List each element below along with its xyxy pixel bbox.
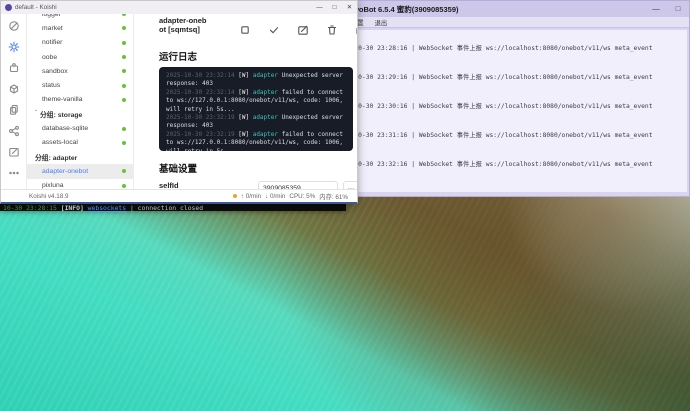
run-log-heading: 运行日志 [159, 49, 351, 63]
plugin-icon[interactable] [8, 62, 20, 74]
adapter-log-line: 2025-10-30 23:32:14 [W] adapter Unexpect… [166, 72, 346, 89]
desktop: { "colors": { "terminal_bg":"#0c0c0c", "… [0, 0, 690, 411]
cpu-usage: CPU: 5% [289, 193, 315, 200]
sidebar-item-oobe[interactable]: oobe [27, 50, 133, 64]
plugin-enabled-dot [122, 41, 126, 45]
plugin-enabled-dot [122, 26, 126, 30]
plugin-enabled-dot [122, 69, 126, 73]
plugin-name: status [42, 82, 60, 89]
koishi-title: default - Koishi [15, 4, 57, 11]
plugin-toolbar [239, 24, 351, 36]
terminal-line: 10-30 23:28:15 [INFO] websockets | conne… [3, 204, 346, 212]
sidebar-item-pixluna[interactable]: pixluna [27, 179, 133, 189]
plugin-enabled-dot [122, 55, 126, 59]
koishi-window-controls: —□✕ [312, 1, 357, 14]
sidebar-item-assets-local[interactable]: assets-local [27, 136, 133, 150]
plugin-name: oobe [42, 54, 57, 61]
twobot-log-panel: 25-10-30 23:28:16 | WebSocket 事件上报 ws://… [346, 30, 687, 192]
plugin-title: adapter-onebot [sqmtsq] [159, 16, 211, 34]
koishi-activity-rail [1, 14, 27, 189]
config-icon[interactable] [8, 41, 20, 53]
sidebar-item-sandbox[interactable]: sandbox [27, 64, 133, 78]
plugin-name: market [42, 25, 63, 32]
remove-button[interactable] [326, 24, 338, 36]
twobot-window: TwoBot 6.5.4 蜜豹(3909085359) —□ 配置退出 25-1… [345, 0, 690, 197]
adapter-log-line: 2025-10-30 23:32:14 [W] adapter failed t… [166, 89, 346, 114]
plugin-enabled-dot [122, 141, 126, 145]
plugin-enabled-dot [122, 169, 126, 173]
minimize-button[interactable]: — [645, 1, 667, 17]
collapse-caret-icon: ˇ [35, 111, 37, 117]
sandbox-icon[interactable] [8, 146, 20, 158]
plugin-enabled-dot [122, 184, 126, 188]
plugin-group-header[interactable]: 分组: adapter [27, 150, 133, 164]
websocket-event-line: 25-10-30 23:30:16 | WebSocket 事件上报 ws://… [346, 101, 687, 110]
plugin-enabled-dot [122, 84, 126, 88]
plugin-name: database-sqlite [42, 125, 88, 132]
koishi-logo-icon [5, 4, 12, 11]
sidebar-item-status[interactable]: status [27, 78, 133, 92]
sidebar-item-market[interactable]: market [27, 21, 133, 35]
plugin-name: notifier [42, 39, 62, 46]
save-button[interactable] [268, 24, 280, 36]
websocket-event-line: 25-10-30 23:29:16 | WebSocket 事件上报 ws://… [346, 72, 687, 81]
msg-down-rate: ↓ 0/min [265, 193, 285, 200]
twobot-window-controls: —□ [645, 1, 689, 17]
plugin-group-header[interactable]: ˇ分组: storage [27, 107, 133, 121]
selfid-field-row: selfId 机器人的账号。 … [159, 181, 357, 189]
close-button[interactable]: ✕ [342, 1, 357, 14]
twobot-menubar: 配置退出 [346, 17, 689, 28]
adapter-log-line: 2025-10-30 23:32:19 [W] adapter Unexpect… [166, 114, 346, 131]
selfid-label: selfId [159, 181, 258, 189]
minimize-button[interactable]: — [312, 1, 327, 14]
plugin-enabled-dot [122, 14, 126, 16]
plugin-enabled-dot [122, 127, 126, 131]
plugin-name: adapter-onebot [42, 168, 88, 175]
menu-item-退出[interactable]: 退出 [375, 18, 388, 27]
sidebar-item-theme-vanilla[interactable]: theme-vanilla [27, 93, 133, 107]
basic-settings-heading: 基础设置 [159, 161, 351, 175]
rename-button[interactable] [297, 24, 309, 36]
clone-button[interactable] [355, 24, 357, 36]
plugin-name: pixluna [42, 182, 64, 189]
bot-status-icon[interactable] [8, 20, 20, 32]
msg-up-rate: ↑ 0/min [241, 193, 261, 200]
group-label: 分组: adapter [35, 152, 77, 162]
plugin-name: theme-vanilla [42, 96, 82, 103]
twobot-title: TwoBot 6.5.4 蜜豹(3909085359) [349, 4, 459, 15]
stop-button[interactable] [239, 24, 251, 36]
sidebar-item-notifier[interactable]: notifier [27, 36, 133, 50]
plugin-name: sandbox [42, 68, 68, 75]
twobot-titlebar[interactable]: TwoBot 6.5.4 蜜豹(3909085359) —□ [346, 1, 689, 17]
files-icon[interactable] [8, 104, 20, 116]
koishi-titlebar[interactable]: default - Koishi —□✕ [1, 1, 357, 14]
websocket-event-line: 25-10-30 23:31:16 | WebSocket 事件上报 ws://… [346, 130, 687, 139]
adapter-log-line: 2025-10-30 23:32:19 [W] adapter failed t… [166, 131, 346, 151]
sidebar-item-logger[interactable]: logger [27, 14, 133, 21]
websocket-event-line: 25-10-30 23:28:16 | WebSocket 事件上报 ws://… [346, 43, 687, 52]
koishi-version: Koishi v4.18.9 [29, 193, 69, 200]
koishi-window: default - Koishi —□✕ logger market notifie… [0, 0, 358, 204]
maximize-button[interactable]: □ [667, 1, 689, 17]
more-icon[interactable] [8, 167, 20, 179]
group-label: 分组: storage [40, 109, 82, 119]
sidebar-item-database-sqlite[interactable]: database-sqlite [27, 121, 133, 135]
insight-icon[interactable] [8, 125, 20, 137]
sidebar-item-adapter-onebot[interactable]: adapter-onebot [27, 164, 133, 178]
plugin-list: logger market notifier oobe sandbox status the… [27, 14, 134, 189]
plugin-name: assets-local [42, 139, 78, 146]
market-icon[interactable] [8, 83, 20, 95]
plugin-name: logger [42, 14, 61, 18]
plugin-enabled-dot [122, 98, 126, 102]
selfid-more-button[interactable]: … [343, 181, 357, 189]
memory-usage: 内存: 61% [319, 192, 348, 201]
status-dot-icon [233, 194, 237, 198]
websocket-event-line: 25-10-30 23:32:16 | WebSocket 事件上报 ws://… [346, 159, 687, 168]
run-log-box: 2025-10-30 23:32:14 [W] adapter Unexpect… [159, 67, 353, 151]
selfid-input[interactable] [258, 181, 338, 189]
koishi-statusbar: Koishi v4.18.9 ↑ 0/min ↓ 0/min CPU: 5% 内… [1, 189, 357, 202]
plugin-detail-panel: adapter-onebot [sqmtsq] 运行日志 2025-10-30 … [134, 14, 357, 189]
maximize-button[interactable]: □ [327, 1, 342, 14]
